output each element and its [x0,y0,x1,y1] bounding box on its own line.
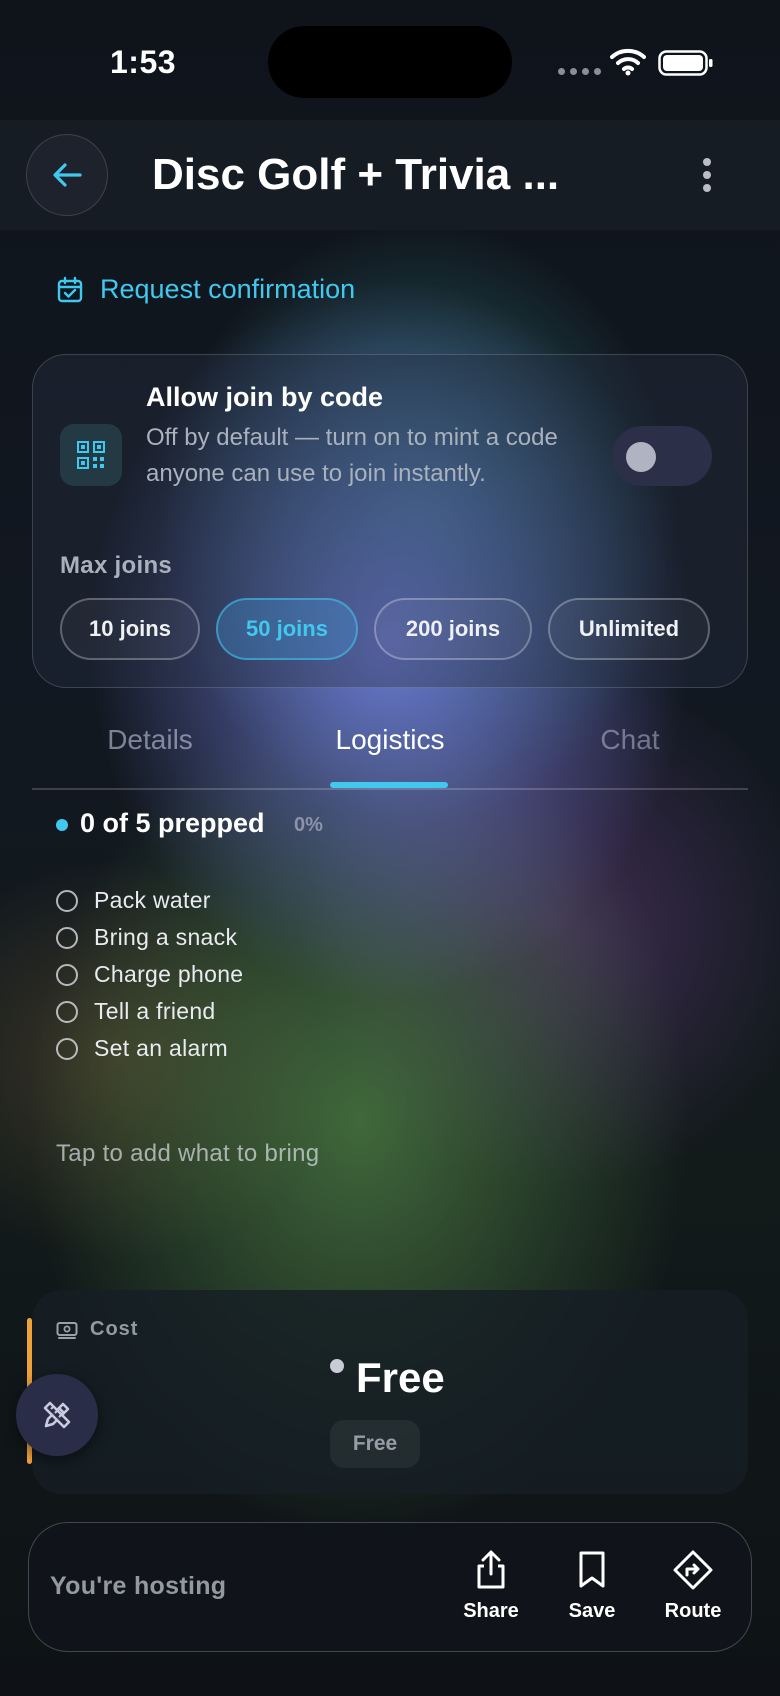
save-button[interactable]: Save [547,1550,637,1623]
prep-summary: 0 of 5 prepped [80,808,265,838]
route-label: Route [664,1600,722,1622]
chip-50-joins[interactable]: 50 joins [216,598,358,660]
checklist-item[interactable]: Charge phone [56,956,243,993]
page-title: Disc Golf + Trivia ... [152,150,560,199]
share-button[interactable]: Share [446,1550,536,1623]
tab-logistics[interactable]: Logistics [320,724,460,756]
qr-code-icon [77,441,105,469]
request-confirmation-link[interactable]: Request confirmation [56,274,355,305]
cash-icon [56,1321,78,1339]
directions-icon [673,1550,713,1590]
checklist-item[interactable]: Pack water [56,882,243,919]
request-confirmation-label: Request confirmation [100,274,356,304]
checklist-item-label: Pack water [94,887,211,913]
toggle-knob [626,442,656,472]
max-joins-options: 10 joins 50 joins 200 joins Unlimited [60,598,710,660]
checkbox-circle-icon [56,1000,78,1023]
tab-divider [32,788,748,790]
tab-details[interactable]: Details [90,724,210,756]
status-time: 1:53 [110,44,177,80]
join-by-code-toggle[interactable] [612,426,712,486]
checkbox-circle-icon [56,926,78,949]
checkbox-circle-icon [56,889,78,912]
checklist-item[interactable]: Bring a snack [56,919,243,956]
bookmark-icon [579,1551,605,1588]
prep-status-dot [56,819,68,831]
cost-header: Cost [56,1318,138,1341]
prep-checklist: Pack water Bring a snack Charge phone Te… [56,882,243,1067]
qr-code-tile [60,424,122,486]
more-vertical-icon [703,158,711,166]
checklist-item-label: Set an alarm [94,1035,228,1061]
tools-fab-button[interactable] [16,1374,98,1456]
cost-value: Free [356,1354,445,1401]
cost-label: Cost [90,1318,139,1340]
checklist-item[interactable]: Set an alarm [56,1030,243,1067]
tab-chat[interactable]: Chat [580,724,680,756]
checklist-item-label: Charge phone [94,961,244,987]
pencil-ruler-icon [43,1401,71,1429]
cost-indicator-dot [330,1359,344,1373]
checklist-item-label: Tell a friend [94,998,216,1024]
arrow-left-icon [53,163,82,187]
checkbox-circle-icon [56,963,78,986]
more-options-button[interactable] [690,152,724,198]
calendar-check-icon [57,276,83,302]
share-label: Share [463,1600,519,1622]
add-items-hint[interactable]: Tap to add what to bring [56,1140,319,1168]
cost-chip: Free [330,1420,420,1468]
checklist-item[interactable]: Tell a friend [56,993,243,1030]
route-button[interactable]: Route [648,1550,738,1623]
checkbox-circle-icon [56,1037,78,1060]
back-button[interactable] [26,134,108,216]
checklist-item-label: Bring a snack [94,924,238,950]
chip-unlimited[interactable]: Unlimited [548,598,710,660]
wifi-icon [610,48,646,76]
save-label: Save [568,1600,616,1622]
join-by-code-title: Allow join by code [146,382,384,412]
join-by-code-description: Off by default — turn on to mint a code … [146,424,558,487]
chip-10-joins[interactable]: 10 joins [60,598,200,660]
share-icon [477,1550,505,1589]
hosting-status-label: You're hosting [50,1572,227,1600]
prep-percent: 0% [294,814,323,836]
cellular-signal-icon [558,68,601,75]
dynamic-island [268,26,512,98]
tab-active-indicator [330,782,448,788]
battery-icon [658,50,713,76]
chip-200-joins[interactable]: 200 joins [374,598,532,660]
max-joins-label: Max joins [60,552,173,579]
